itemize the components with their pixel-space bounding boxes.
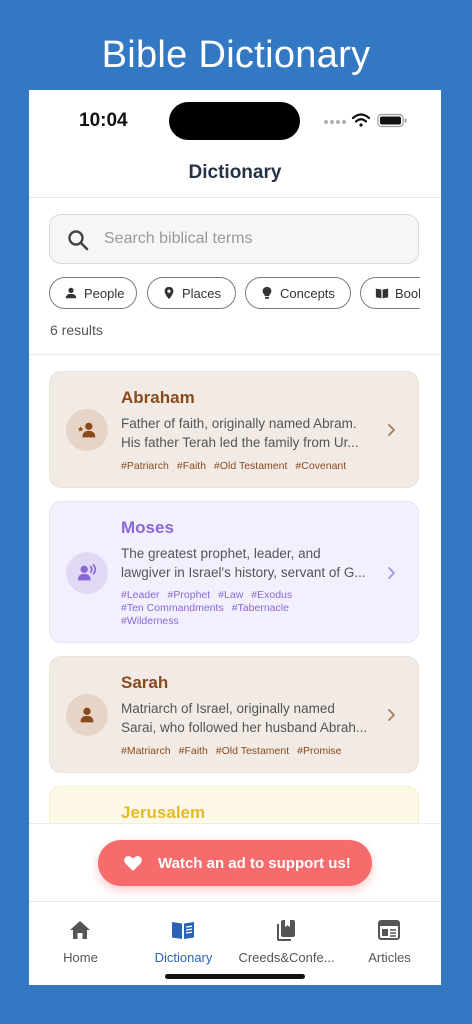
book-icon bbox=[375, 288, 389, 299]
tab-dictionary[interactable]: Dictionary bbox=[132, 902, 235, 985]
bottom-area: Watch an ad to support us! Home Dictiona… bbox=[29, 823, 441, 985]
tab-label: Creeds&Confe... bbox=[238, 950, 335, 965]
tag: #Faith bbox=[178, 745, 208, 757]
card-description-line: The greatest prophet, leader, and bbox=[121, 546, 321, 561]
card-description-line: Matriarch of Israel, originally named bbox=[121, 701, 335, 716]
filter-chips: People Places Concepts Books bbox=[49, 277, 420, 309]
person-icon bbox=[65, 287, 77, 299]
tab-label: Home bbox=[63, 950, 98, 965]
filter-chip-people[interactable]: People bbox=[49, 277, 137, 309]
tag: #Wilderness bbox=[121, 615, 179, 627]
watch-ad-label: Watch an ad to support us! bbox=[158, 854, 351, 872]
tag: #Law bbox=[218, 589, 244, 601]
speaking-person-icon bbox=[77, 563, 97, 581]
card-tags: #Matriarch #Faith #Old Testament #Promise bbox=[121, 745, 391, 758]
results-divider bbox=[29, 354, 441, 355]
chevron-right-icon bbox=[388, 709, 395, 721]
search-icon bbox=[68, 230, 89, 251]
tab-bar: Home Dictionary Creeds&Confe... Articles bbox=[29, 901, 441, 985]
tag: #Matriarch bbox=[121, 745, 171, 757]
status-icons bbox=[324, 113, 407, 128]
card-description: Father of faith, originally named Abram.… bbox=[121, 414, 381, 452]
search-bar[interactable] bbox=[49, 214, 419, 264]
home-icon bbox=[70, 921, 90, 939]
card-title: Moses bbox=[121, 518, 174, 537]
result-card-sarah[interactable]: Sarah Matriarch of Israel, originally na… bbox=[49, 656, 419, 773]
card-icon-badge bbox=[66, 694, 108, 736]
newspaper-icon bbox=[378, 920, 400, 940]
card-title: Abraham bbox=[121, 388, 195, 407]
dynamic-island bbox=[169, 102, 300, 140]
chevron-right-icon bbox=[388, 424, 395, 436]
person-icon bbox=[80, 707, 94, 723]
signal-dots-icon bbox=[324, 120, 346, 124]
card-title: Jerusalem bbox=[121, 803, 206, 822]
tag: #Faith bbox=[176, 460, 207, 472]
tag: #Tabernacle bbox=[231, 602, 289, 614]
filter-chip-label: Places bbox=[182, 285, 222, 301]
result-card-abraham[interactable]: Abraham Father of faith, originally name… bbox=[49, 371, 419, 488]
card-description-line: His father Terah led the family from Ur.… bbox=[121, 435, 359, 450]
card-icon-badge bbox=[66, 552, 108, 594]
tab-home[interactable]: Home bbox=[29, 902, 132, 985]
card-description: The greatest prophet, leader, and lawgiv… bbox=[121, 544, 381, 582]
result-card-moses[interactable]: Moses The greatest prophet, leader, and … bbox=[49, 501, 419, 643]
promo-title: Bible Dictionary bbox=[101, 34, 371, 76]
tag: #Leader bbox=[121, 589, 160, 601]
filter-chip-label: People bbox=[84, 285, 125, 301]
card-description-line: Father of faith, originally named Abram. bbox=[121, 416, 357, 431]
tag: #Exodus bbox=[251, 589, 293, 601]
patriarch-person-icon bbox=[77, 422, 96, 438]
chevron-right-icon bbox=[388, 567, 395, 579]
filter-chip-label: Concepts bbox=[280, 285, 335, 301]
wifi-icon bbox=[351, 113, 371, 127]
card-description-line: Sarai, who followed her husband Abrah... bbox=[121, 720, 368, 735]
card-tags: #Leader #Prophet #Law #Exodus #Ten Commandm… bbox=[121, 589, 391, 628]
status-time: 10:04 bbox=[79, 110, 128, 131]
tag: #Old Testament bbox=[214, 460, 288, 472]
filter-chip-books[interactable]: Books bbox=[360, 277, 420, 309]
tag: #Promise bbox=[297, 745, 342, 757]
tab-label: Dictionary bbox=[154, 950, 213, 965]
tag: #Patriarch bbox=[121, 460, 169, 472]
open-book-icon bbox=[172, 922, 194, 939]
status-bar: 10:04 bbox=[29, 90, 441, 152]
card-icon-badge bbox=[66, 409, 108, 451]
tag: #Prophet bbox=[167, 589, 211, 601]
heart-icon bbox=[124, 856, 142, 871]
results-count: 6 results bbox=[50, 322, 103, 338]
header-divider bbox=[29, 197, 441, 198]
lightbulb-icon bbox=[262, 286, 272, 299]
card-title: Sarah bbox=[121, 673, 169, 692]
tag: #Covenant bbox=[295, 460, 347, 472]
phone-screen: 10:04 Dictionary Search biblical terms P… bbox=[29, 90, 441, 985]
home-indicator bbox=[165, 974, 305, 979]
tab-creeds[interactable]: Creeds&Confe... bbox=[235, 902, 338, 985]
tab-label: Articles bbox=[368, 950, 411, 965]
filter-chip-places[interactable]: Places bbox=[147, 277, 236, 309]
battery-icon bbox=[377, 113, 407, 128]
tag: #Old Testament bbox=[215, 745, 290, 757]
page-title: Dictionary bbox=[188, 162, 282, 183]
card-tags: #Patriarch #Faith #Old Testament #Covenant bbox=[121, 460, 391, 473]
tab-articles[interactable]: Articles bbox=[338, 902, 441, 985]
filter-chip-concepts[interactable]: Concepts bbox=[245, 277, 351, 309]
search-input[interactable] bbox=[104, 215, 404, 263]
tag: #Ten Commandments bbox=[121, 602, 224, 614]
card-description-line: lawgiver in Israel's history, servant of… bbox=[121, 565, 366, 580]
books-icon bbox=[277, 920, 295, 941]
location-pin-icon bbox=[164, 286, 174, 300]
watch-ad-button[interactable]: Watch an ad to support us! bbox=[98, 840, 372, 886]
filter-chip-label: Books bbox=[395, 285, 420, 301]
card-description: Matriarch of Israel, originally named Sa… bbox=[121, 699, 381, 737]
